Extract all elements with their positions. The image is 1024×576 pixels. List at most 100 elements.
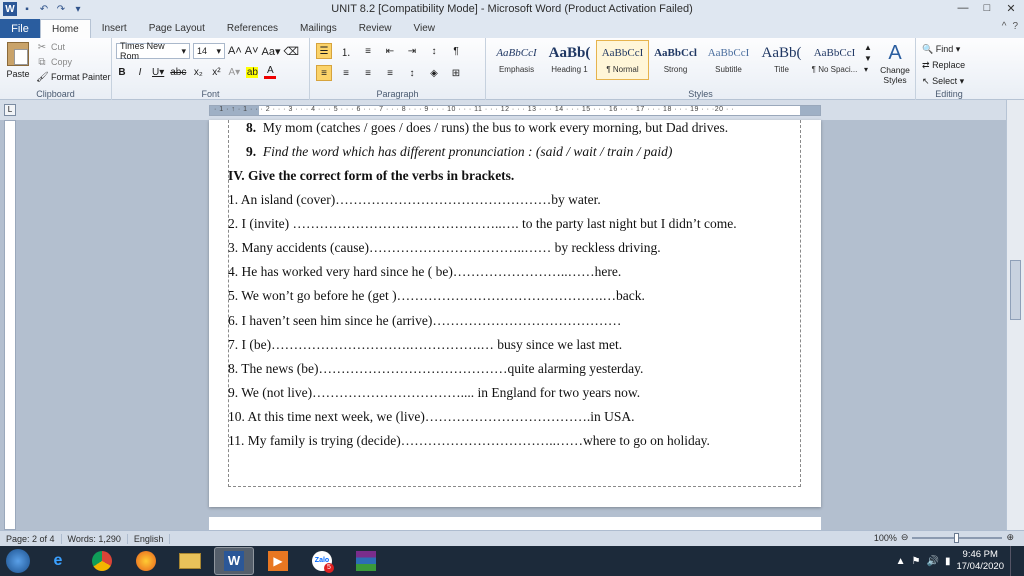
shading-icon[interactable]: ◈ (426, 65, 442, 81)
bullets-icon[interactable]: ☰ (316, 43, 332, 59)
strikethrough-icon[interactable]: abc (170, 67, 186, 78)
style-subtitle[interactable]: AaBbCcI Subtitle (702, 40, 755, 80)
exercise-line: 6. I haven’t seen him since he (arrive)…… (228, 313, 622, 328)
superscript-icon[interactable]: x² (210, 67, 222, 78)
maximize-icon[interactable]: □ (978, 0, 996, 16)
zalo-icon[interactable]: Zalo 5 (302, 547, 342, 575)
vertical-scrollbar[interactable] (1006, 100, 1024, 530)
change-case-icon[interactable]: Aa▾ (262, 45, 281, 58)
pilcrow-icon[interactable]: ¶ (448, 43, 464, 59)
collapse-ribbon-icon[interactable]: ^ (1002, 21, 1007, 32)
file-explorer-icon[interactable] (170, 547, 210, 575)
highlight-icon[interactable]: ab (246, 66, 259, 78)
zoom-out-icon[interactable]: ⊖ (901, 532, 909, 543)
media-player-icon[interactable]: ▶ (258, 547, 298, 575)
format-painter-button[interactable]: 🖌 Format Painter (36, 70, 111, 85)
cut-button[interactable]: ✂ Cut (36, 40, 111, 55)
page-count[interactable]: Page: 2 of 4 (0, 533, 62, 544)
replace-icon: ⇄ (922, 60, 930, 70)
clear-formatting-icon[interactable]: ⌫ (284, 45, 300, 58)
style-emphasis[interactable]: AaBbCcI Emphasis (490, 40, 543, 80)
window-title: UNIT 8.2 [Compatibility Mode] - Microsof… (331, 3, 693, 15)
tab-mailings[interactable]: Mailings (289, 19, 348, 38)
paste-button[interactable]: Paste (4, 42, 32, 79)
tab-references[interactable]: References (216, 19, 289, 38)
find-button[interactable]: 🔍 Find ▾ (922, 41, 965, 57)
tab-home[interactable]: Home (40, 19, 91, 38)
scrollbar-thumb[interactable] (1010, 260, 1021, 320)
word-logo-icon[interactable]: W (3, 2, 17, 16)
taskbar: e W ▶ Zalo 5 ▲ ⚑ 🔊 ▮ 9:46 PM 17/04/2020 (0, 546, 1024, 576)
tab-view[interactable]: View (403, 19, 447, 38)
show-desktop-button[interactable] (1010, 546, 1020, 576)
exercise-line: 9. We (not live)…………………………….... in Engla… (228, 385, 641, 400)
tab-insert[interactable]: Insert (91, 19, 138, 38)
justify-icon[interactable]: ≡ (382, 65, 398, 81)
tab-selector[interactable]: L (4, 104, 16, 116)
language-indicator[interactable]: English (128, 533, 171, 544)
shrink-font-icon[interactable]: A˅ (245, 45, 259, 57)
document-page[interactable]: 8. My mom (catches / goes / does / runs)… (209, 120, 821, 507)
volume-icon[interactable]: 🔊 (926, 556, 938, 567)
increase-indent-icon[interactable]: ⇥ (404, 43, 420, 59)
numbering-icon[interactable]: ⒈ (338, 43, 354, 59)
font-name-combo[interactable]: Times New Rom ▾ (116, 41, 190, 61)
zoom-in-icon[interactable]: ⊕ (1006, 532, 1014, 543)
zoom-slider[interactable] (912, 532, 1003, 543)
clock[interactable]: 9:46 PM 17/04/2020 (956, 549, 1004, 573)
align-left-icon[interactable]: ≡ (316, 65, 332, 81)
save-icon[interactable]: ▪ (20, 2, 34, 16)
copy-button[interactable]: ⧉ Copy (36, 55, 111, 70)
show-hidden-icons-icon[interactable]: ▲ (896, 556, 906, 567)
tab-review[interactable]: Review (348, 19, 403, 38)
winrar-icon[interactable] (346, 547, 386, 575)
italic-icon[interactable]: I (134, 67, 146, 78)
next-page[interactable] (209, 517, 821, 531)
change-styles-button[interactable]: A Change Styles (877, 42, 913, 85)
tab-file[interactable]: File (0, 19, 40, 38)
redo-icon[interactable]: ↷ (54, 2, 68, 16)
firefox-icon[interactable] (126, 547, 166, 575)
decrease-indent-icon[interactable]: ⇤ (382, 43, 398, 59)
multilevel-list-icon[interactable]: ≡ (360, 43, 376, 59)
minimize-icon[interactable]: — (954, 0, 972, 16)
replace-button[interactable]: ⇄ Replace (922, 57, 965, 73)
borders-icon[interactable]: ⊞ (448, 65, 464, 81)
sort-icon[interactable]: ↕ (426, 43, 442, 59)
start-button[interactable] (0, 546, 36, 576)
word-taskbar-icon[interactable]: W (214, 547, 254, 575)
style-strong[interactable]: AaBbCcl Strong (649, 40, 702, 80)
bold-icon[interactable]: B (116, 67, 128, 78)
font-size-combo[interactable]: 14 ▾ (193, 43, 225, 59)
align-center-icon[interactable]: ≡ (338, 65, 354, 81)
scissors-icon: ✂ (37, 42, 47, 53)
undo-icon[interactable]: ↶ (37, 2, 51, 16)
word-count[interactable]: Words: 1,290 (62, 533, 128, 544)
section-heading: IV. Give the correct form of the verbs i… (228, 168, 515, 183)
vertical-ruler[interactable] (4, 120, 16, 530)
style-title[interactable]: AaBb( Title (755, 40, 808, 80)
styles-scroll[interactable]: ▲ ▼ ▾ (864, 42, 872, 75)
close-icon[interactable]: ✕ (1002, 0, 1020, 16)
horizontal-ruler[interactable]: · 1 · ↑ · 1 · · · 2 · · · 3 · · · 4 · · … (209, 105, 821, 116)
line-spacing-icon[interactable]: ↕ (404, 65, 420, 81)
grow-font-icon[interactable]: A˄ (228, 45, 242, 57)
zoom-level[interactable]: 100% (874, 533, 897, 543)
help-icon[interactable]: ? (1012, 21, 1018, 32)
customize-qat-icon[interactable]: ▾ (71, 2, 85, 16)
network-icon[interactable]: ▮ (945, 556, 951, 567)
style-heading-1[interactable]: AaBb( Heading 1 (543, 40, 596, 80)
underline-icon[interactable]: U▾ (152, 67, 164, 78)
internet-explorer-icon[interactable]: e (38, 547, 78, 575)
chrome-icon[interactable] (82, 547, 122, 575)
font-color-icon[interactable]: A (264, 65, 277, 79)
select-button[interactable]: ↖ Select ▾ (922, 73, 965, 89)
flag-icon[interactable]: ⚑ (912, 556, 921, 567)
align-right-icon[interactable]: ≡ (360, 65, 376, 81)
clipboard-label: Clipboard (36, 89, 75, 99)
subscript-icon[interactable]: x₂ (192, 67, 204, 78)
style-no-spacing[interactable]: AaBbCcI ¶ No Spaci... (808, 40, 861, 80)
tab-page-layout[interactable]: Page Layout (138, 19, 216, 38)
style-normal[interactable]: AaBbCcI ¶ Normal (596, 40, 649, 80)
text-effects-icon[interactable]: A▾ (228, 67, 241, 78)
